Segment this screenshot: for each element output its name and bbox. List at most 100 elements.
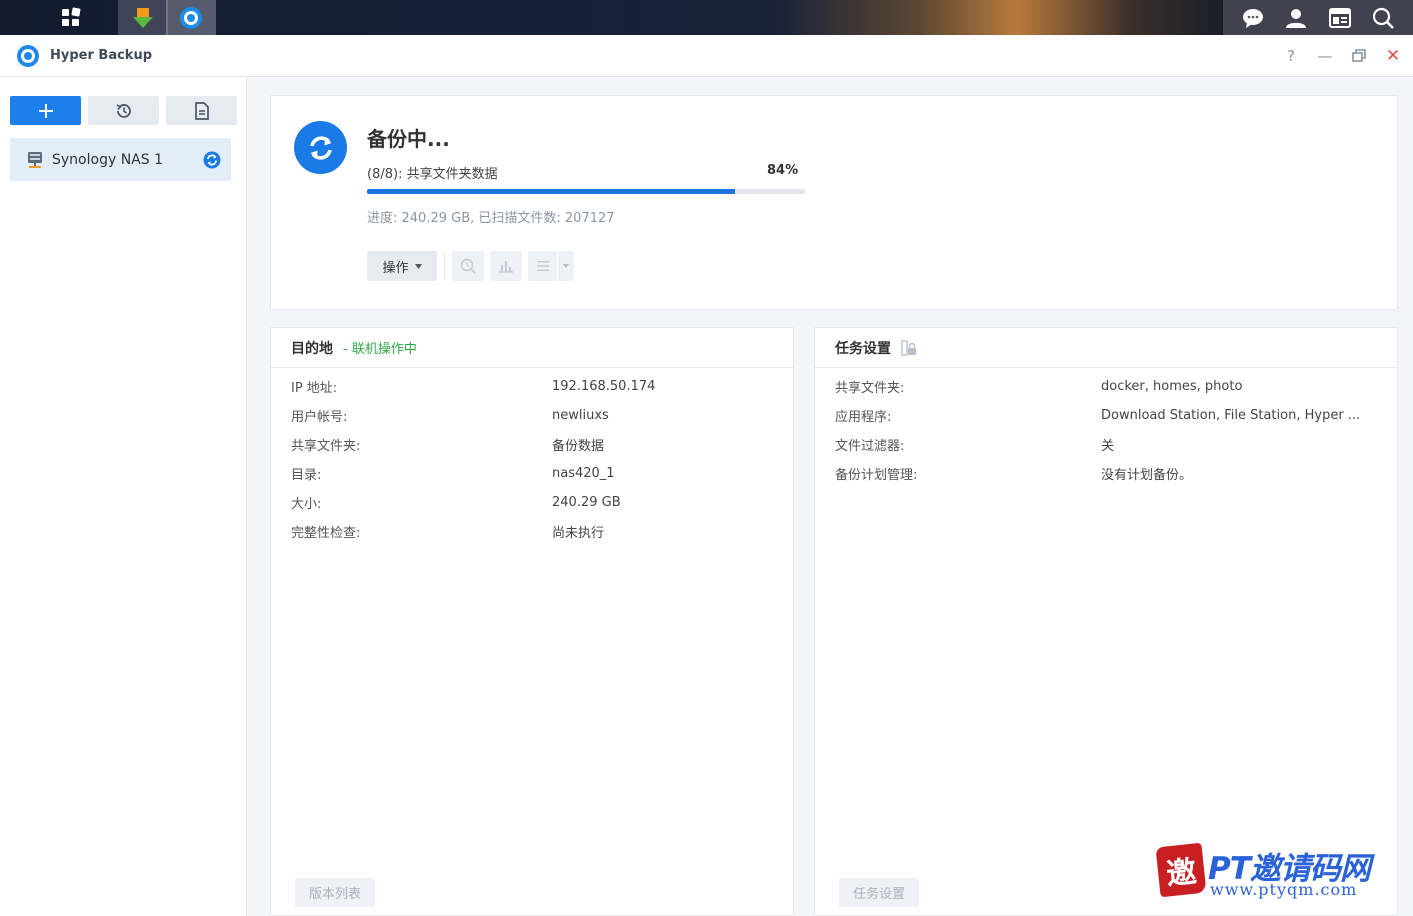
plus-icon xyxy=(38,103,53,118)
task-settings-button[interactable]: 任务设置 xyxy=(839,878,920,907)
more-menu-button[interactable] xyxy=(528,251,574,281)
detail-value: 192.168.50.174 xyxy=(552,379,656,394)
search-check-icon xyxy=(460,258,476,274)
syncing-status-icon xyxy=(203,151,221,169)
detail-row: 大小: 240.29 GB xyxy=(291,488,773,517)
grid-icon xyxy=(62,7,81,26)
detail-label: 大小: xyxy=(291,497,322,512)
window-titlebar: Hyper Backup ? — ✕ xyxy=(0,35,1413,77)
lock-settings-icon xyxy=(901,339,916,356)
watermark-url: www.ptyqm.com xyxy=(1210,880,1358,899)
window-controls: ? — ✕ xyxy=(1281,35,1403,77)
detail-label: IP 地址: xyxy=(291,381,338,396)
task-settings-title: 任务设置 xyxy=(835,340,891,357)
progress-info: 进度: 240.29 GB, 已扫描文件数: 207127 xyxy=(367,211,615,226)
detail-row: IP 地址: 192.168.50.174 xyxy=(291,372,773,401)
bar-chart-icon xyxy=(499,261,513,273)
caret-down-icon xyxy=(563,264,569,268)
task-settings-header: 任务设置 xyxy=(815,328,1397,368)
progress-bar xyxy=(367,189,805,194)
widgets-icon[interactable] xyxy=(1324,2,1356,34)
task-settings-panel: 任务设置 共享文件夹: docker, homes, photo 应用程序: Down… xyxy=(814,327,1398,916)
restore-window-icon xyxy=(1352,49,1366,62)
nas-server-icon xyxy=(28,151,42,168)
destination-status: - 联机操作中 xyxy=(343,342,417,357)
action-menu-label: 操作 xyxy=(382,260,409,276)
main-menu-button[interactable] xyxy=(46,0,96,35)
detail-label: 共享文件夹: xyxy=(835,381,905,396)
detail-row: 文件过滤器: 关 xyxy=(835,430,1377,459)
detail-value: 关 xyxy=(1101,439,1115,454)
integrity-check-button[interactable] xyxy=(452,251,484,281)
task-settings-details: 共享文件夹: docker, homes, photo 应用程序: Download … xyxy=(815,372,1397,488)
destination-details: IP 地址: 192.168.50.174 用户帐号: newliuxs 共享文件夹: 备… xyxy=(271,372,793,546)
detail-label: 文件过滤器: xyxy=(835,439,905,454)
caret-down-icon xyxy=(414,263,422,269)
document-icon xyxy=(194,101,209,120)
minimize-button[interactable]: — xyxy=(1315,46,1335,66)
backup-status-card: 备份中... (8/8): 共享文件夹数据 84% 进度: 240.29 GB,… xyxy=(270,95,1398,310)
detail-label: 应用程序: xyxy=(835,410,892,425)
detail-row: 备份计划管理: 没有计划备份。 xyxy=(835,459,1377,488)
detail-row: 应用程序: Download Station, File Station, Hyp… xyxy=(835,401,1377,430)
detail-value: Download Station, File Station, Hyper ..… xyxy=(1101,408,1361,423)
detail-value: 没有计划备份。 xyxy=(1101,468,1193,483)
detail-label: 备份计划管理: xyxy=(835,468,918,483)
detail-row: 用户帐号: newliuxs xyxy=(291,401,773,430)
statistics-button[interactable] xyxy=(490,251,522,281)
hyper-backup-taskbar-button[interactable] xyxy=(166,0,216,35)
history-icon xyxy=(116,103,131,118)
detail-row: 共享文件夹: 备份数据 xyxy=(291,430,773,459)
app-title: Hyper Backup xyxy=(50,48,153,63)
destination-header: 目的地 - 联机操作中 xyxy=(271,328,793,368)
sidebar-item-synology-nas-1[interactable]: Synology NAS 1 xyxy=(10,138,231,181)
destination-panel: 目的地 - 联机操作中 IP 地址: 192.168.50.174 用户帐号: new… xyxy=(270,327,794,916)
destination-title: 目的地 xyxy=(291,340,333,357)
backup-in-progress-icon xyxy=(294,121,347,174)
detail-label: 用户帐号: xyxy=(291,410,348,425)
user-icon[interactable] xyxy=(1280,2,1312,34)
status-step: (8/8): 共享文件夹数据 xyxy=(367,167,498,182)
close-button[interactable]: ✕ xyxy=(1383,46,1403,66)
detail-value: 240.29 GB xyxy=(552,495,621,510)
version-list-button[interactable]: 版本列表 xyxy=(295,878,376,907)
progress-percent: 84% xyxy=(767,163,799,178)
restore-button-sidebar[interactable] xyxy=(88,96,159,125)
restore-button[interactable] xyxy=(1349,46,1369,66)
desktop-taskbar xyxy=(0,0,1413,35)
detail-value: 尚未执行 xyxy=(552,526,605,541)
progress-bar-fill xyxy=(367,189,735,194)
backup-explorer-button[interactable] xyxy=(166,96,237,125)
download-icon xyxy=(133,7,153,28)
detail-row: 共享文件夹: docker, homes, photo xyxy=(835,372,1377,401)
detail-value: newliuxs xyxy=(552,408,609,423)
detail-row: 完整性检查: 尚未执行 xyxy=(291,517,773,546)
taskbar-tray xyxy=(1223,0,1413,35)
action-menu-button[interactable]: 操作 xyxy=(367,251,437,281)
menu-lines-icon xyxy=(536,261,549,271)
status-title: 备份中... xyxy=(367,127,450,151)
detail-value: 备份数据 xyxy=(552,439,605,454)
detail-label: 完整性检查: xyxy=(291,526,361,541)
hyper-backup-logo-icon xyxy=(17,44,39,67)
download-station-taskbar-button[interactable] xyxy=(118,0,168,35)
detail-value: docker, homes, photo xyxy=(1101,379,1243,394)
detail-label: 目录: xyxy=(291,468,322,483)
sidebar-toolbar xyxy=(10,96,237,125)
sidebar: Synology NAS 1 xyxy=(0,77,247,916)
search-icon[interactable] xyxy=(1367,2,1399,34)
more-menu-main[interactable] xyxy=(528,251,558,281)
toolbar-divider xyxy=(444,252,445,280)
sidebar-item-label: Synology NAS 1 xyxy=(52,151,163,168)
site-watermark: 邀 PT邀请码网 www.ptyqm.com xyxy=(1155,842,1403,901)
detail-value: nas420_1 xyxy=(552,466,615,481)
add-task-button[interactable] xyxy=(10,96,81,125)
chat-icon[interactable] xyxy=(1237,2,1269,34)
detail-row: 目录: nas420_1 xyxy=(291,459,773,488)
help-button[interactable]: ? xyxy=(1281,46,1301,66)
watermark-seal: 邀 xyxy=(1155,842,1207,898)
status-actions: 操作 xyxy=(367,251,574,281)
detail-label: 共享文件夹: xyxy=(291,439,361,454)
hyper-backup-icon xyxy=(180,6,202,29)
more-menu-caret[interactable] xyxy=(558,251,574,281)
